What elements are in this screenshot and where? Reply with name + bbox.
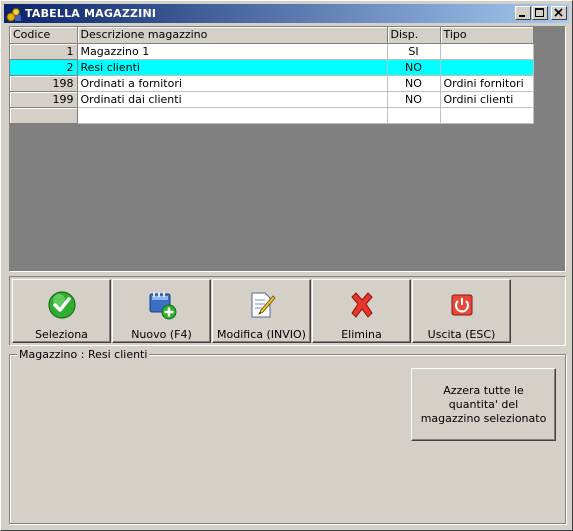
cell-codice: 2 (10, 59, 78, 76)
cell-descrizione[interactable] (77, 107, 388, 124)
cell-codice (10, 107, 78, 124)
cell-disp: NO (387, 75, 441, 92)
select-button[interactable]: Seleziona (12, 279, 111, 343)
cell-disp: NO (387, 59, 441, 76)
column-header-descrizione[interactable]: Descrizione magazzino (77, 27, 388, 44)
cell-descrizione: Magazzino 1 (77, 43, 388, 60)
warehouse-grid[interactable]: Codice Descrizione magazzino Disp. Tipo … (9, 26, 566, 272)
minimize-icon (519, 15, 525, 17)
cell-descrizione: Ordinati dai clienti (77, 91, 388, 108)
cell-codice: 198 (10, 75, 78, 92)
maximize-icon (535, 8, 544, 17)
group-title: Magazzino : Resi clienti (17, 348, 150, 361)
cell-tipo (440, 43, 534, 60)
cell-disp: NO (387, 91, 441, 108)
cell-disp[interactable] (387, 107, 441, 124)
close-button[interactable] (551, 6, 567, 20)
cell-descrizione: Resi clienti (77, 59, 388, 76)
warehouse-table: Codice Descrizione magazzino Disp. Tipo … (10, 27, 534, 124)
table-row[interactable]: 199 Ordinati dai clienti NO Ordini clien… (10, 91, 534, 108)
close-icon (554, 8, 563, 17)
maximize-button[interactable] (532, 6, 548, 20)
exit-icon (447, 290, 477, 320)
exit-button[interactable]: Uscita (ESC) (412, 279, 511, 343)
column-header-disp[interactable]: Disp. (387, 27, 441, 44)
cell-disp: SI (387, 43, 441, 60)
new-button[interactable]: Nuovo (F4) (112, 279, 211, 343)
column-header-codice[interactable]: Codice (10, 27, 78, 44)
table-row-selected[interactable]: 2 Resi clienti NO (10, 59, 534, 76)
delete-button-label: Elimina (341, 328, 382, 341)
app-icon (6, 6, 22, 22)
edit-button-label: Modifica (INVIO) (217, 328, 306, 341)
delete-button[interactable]: Elimina (312, 279, 411, 343)
cell-tipo[interactable] (440, 107, 534, 124)
main-window: TABELLA MAGAZZINI Codice Descrizione mag… (0, 0, 573, 531)
edit-document-icon (247, 290, 277, 320)
edit-button[interactable]: Modifica (INVIO) (212, 279, 311, 343)
table-row-new[interactable] (10, 107, 534, 124)
cell-tipo (440, 59, 534, 76)
column-header-tipo[interactable]: Tipo (440, 27, 534, 44)
window-title: TABELLA MAGAZZINI (25, 7, 157, 20)
cell-tipo: Ordini fornitori (440, 75, 534, 92)
warehouse-detail-group: Magazzino : Resi clienti Azzera tutte le… (9, 348, 566, 524)
check-icon (47, 290, 77, 320)
cell-codice: 199 (10, 91, 78, 108)
cell-descrizione: Ordinati a fornitori (77, 75, 388, 92)
table-header-row: Codice Descrizione magazzino Disp. Tipo (10, 27, 534, 44)
title-bar[interactable]: TABELLA MAGAZZINI (4, 4, 569, 23)
select-button-label: Seleziona (35, 328, 88, 341)
table-row[interactable]: 198 Ordinati a fornitori NO Ordini forni… (10, 75, 534, 92)
table-row[interactable]: 1 Magazzino 1 SI (10, 43, 534, 60)
delete-x-icon (347, 290, 377, 320)
new-button-label: Nuovo (F4) (131, 328, 192, 341)
exit-button-label: Uscita (ESC) (427, 328, 496, 341)
minimize-button[interactable] (515, 6, 531, 20)
action-toolbar: Seleziona Nuovo (F4) Modifica (INVIO) El… (9, 276, 566, 346)
reset-quantities-button[interactable]: Azzera tutte le quantita' del magazzino … (411, 368, 556, 441)
cell-codice: 1 (10, 43, 78, 60)
cell-tipo: Ordini clienti (440, 91, 534, 108)
new-record-icon (147, 290, 177, 320)
